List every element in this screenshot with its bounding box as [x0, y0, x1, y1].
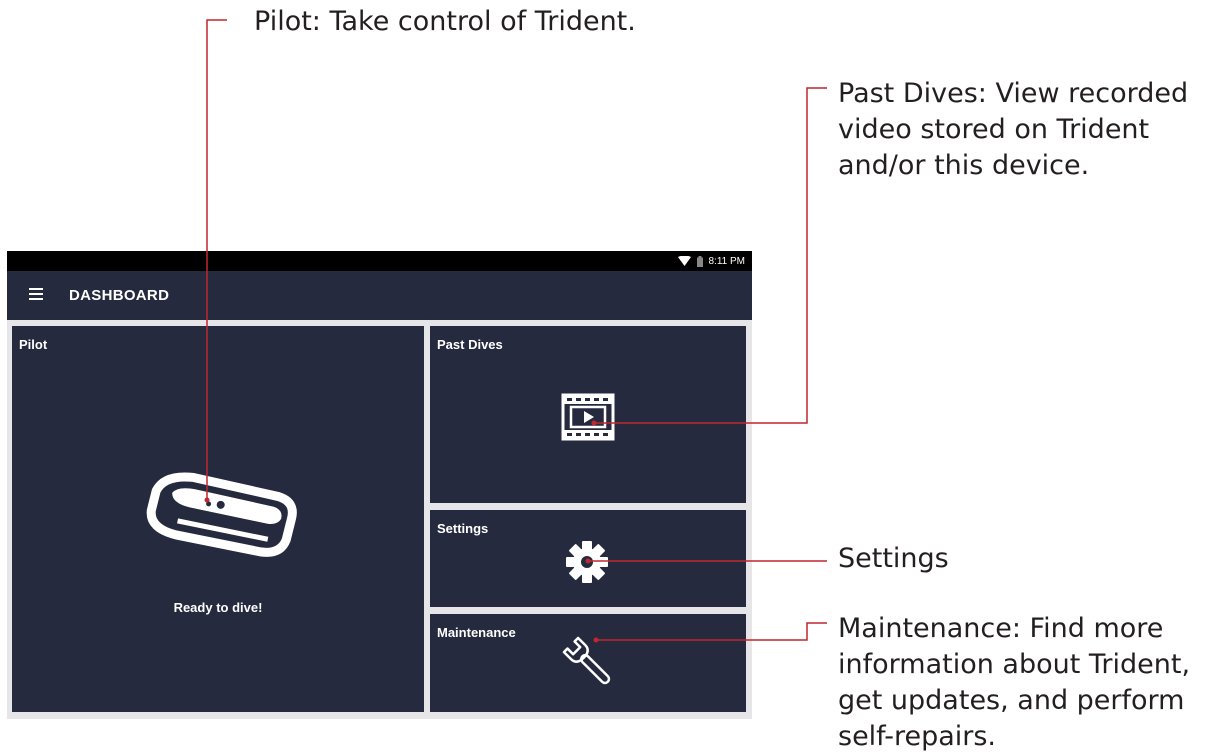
page-title: DASHBOARD: [69, 287, 170, 304]
settings-tile[interactable]: Settings: [430, 510, 746, 607]
maintenance-callout-line-3: get updates, and perform: [838, 685, 1185, 716]
status-bar: 8:11 PM: [7, 251, 752, 271]
past-dives-callout-line-1: Past Dives: View recorded: [838, 78, 1189, 109]
gear-icon: [566, 541, 608, 583]
past-dives-callout-line-2: video stored on Trident: [838, 114, 1150, 145]
pilot-tile-label: Pilot: [19, 337, 48, 352]
battery-icon: [696, 255, 703, 267]
wifi-icon: [677, 256, 691, 266]
status-bar-indicators: 8:11 PM: [677, 251, 746, 271]
hamburger-menu-icon[interactable]: [29, 288, 47, 302]
maintenance-callout-line-4: self-repairs.: [838, 721, 997, 752]
trident-drone-icon: [146, 472, 297, 557]
maintenance-tile-label: Maintenance: [437, 625, 516, 640]
maintenance-callout-line-1: Maintenance: Find more: [838, 613, 1164, 644]
status-time: 8:11 PM: [708, 255, 746, 267]
maintenance-callout: Maintenance: Find more information about…: [838, 611, 1190, 755]
maintenance-callout-line-2: information about Trident,: [838, 649, 1191, 680]
pilot-callout: Pilot: Take control of Trident.: [254, 6, 636, 37]
maintenance-tile[interactable]: Maintenance: [430, 614, 746, 712]
app-bar: DASHBOARD: [7, 271, 752, 320]
tablet-screen: 8:11 PM DASHBOARD Pilot Ready to dive! P…: [7, 251, 752, 719]
settings-tile-label: Settings: [437, 521, 489, 536]
film-play-icon: [561, 393, 615, 441]
pilot-tile[interactable]: Pilot Ready to dive!: [12, 326, 424, 712]
past-dives-tile[interactable]: Past Dives: [430, 326, 746, 503]
settings-callout: Settings: [838, 543, 949, 574]
wrench-icon: [562, 636, 611, 685]
pilot-status-text: Ready to dive!: [173, 600, 263, 615]
past-dives-callout: Past Dives: View recorded video stored o…: [838, 76, 1188, 184]
past-dives-callout-line-3: and/or this device.: [838, 150, 1090, 181]
past-dives-tile-label: Past Dives: [437, 337, 503, 352]
